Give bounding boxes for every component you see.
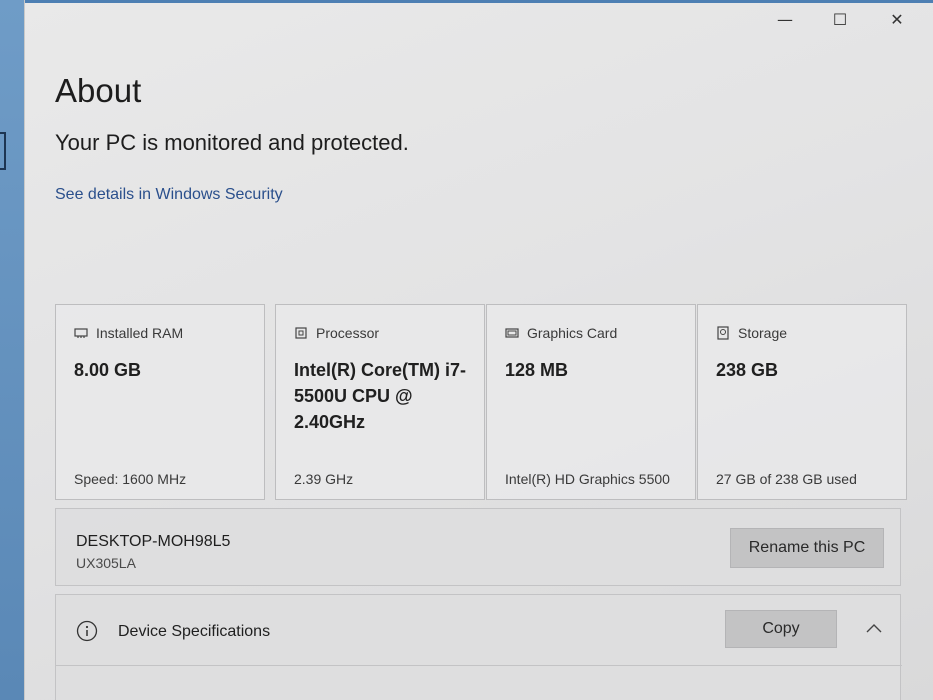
- windows-security-link[interactable]: See details in Windows Security: [55, 186, 283, 204]
- storage-card: Storage 238 GB 27 GB of 238 GB used: [697, 304, 907, 500]
- device-model: UX305LA: [76, 555, 136, 571]
- section-divider: [56, 665, 902, 666]
- card-detail: Speed: 1600 MHz: [74, 471, 187, 487]
- card-label: Processor: [316, 325, 380, 341]
- card-value: 128 MB: [505, 360, 569, 380]
- device-name-panel: DESKTOP-MOH98L5 UX305LA Rename this PC: [55, 508, 901, 586]
- processor-card: Processor Intel(R) Core(TM) i7-5500U CPU…: [275, 304, 485, 500]
- installed-ram-card: Installed RAM 8.00 GB Speed: 1600 MHz: [55, 304, 265, 500]
- minimize-button[interactable]: —: [771, 8, 799, 30]
- card-detail: 27 GB of 238 GB used: [716, 471, 857, 487]
- card-value: 238 GB: [716, 360, 779, 380]
- card-detail: Intel(R) HD Graphics 5500: [505, 471, 670, 487]
- copy-button[interactable]: Copy: [725, 610, 837, 648]
- graphics-card-icon: [505, 328, 519, 338]
- storage-icon: [717, 326, 729, 340]
- background-window-edge: [0, 132, 6, 170]
- close-button[interactable]: ✕: [883, 8, 911, 30]
- window-top-border: [25, 0, 933, 3]
- rename-pc-button[interactable]: Rename this PC: [730, 528, 884, 568]
- settings-window: — ☐ ✕ About Your PC is monitored and pro…: [24, 0, 933, 700]
- graphics-card-card: Graphics Card 128 MB Intel(R) HD Graphic…: [486, 304, 696, 500]
- protection-status: Your PC is monitored and protected.: [55, 130, 409, 155]
- card-value: 8.00 GB: [74, 360, 142, 380]
- card-label: Storage: [738, 325, 788, 341]
- info-icon: [76, 620, 98, 642]
- card-label: Graphics Card: [527, 325, 618, 341]
- card-detail: 2.39 GHz: [294, 471, 354, 487]
- device-specifications-title: Device Specifications: [118, 623, 271, 640]
- processor-icon: [295, 327, 307, 339]
- chevron-up-icon[interactable]: [864, 621, 884, 635]
- device-name: DESKTOP-MOH98L5: [76, 533, 231, 550]
- card-label: Installed RAM: [96, 325, 184, 341]
- page-title: About: [55, 72, 142, 109]
- card-value: Intel(R) Core(TM) i7-5500U CPU @ 2.40GHz: [294, 360, 466, 432]
- maximize-button[interactable]: ☐: [826, 8, 854, 30]
- desktop-background: [0, 0, 26, 700]
- ram-icon: [74, 328, 88, 338]
- device-specifications-section: Device Specifications Copy: [55, 594, 902, 700]
